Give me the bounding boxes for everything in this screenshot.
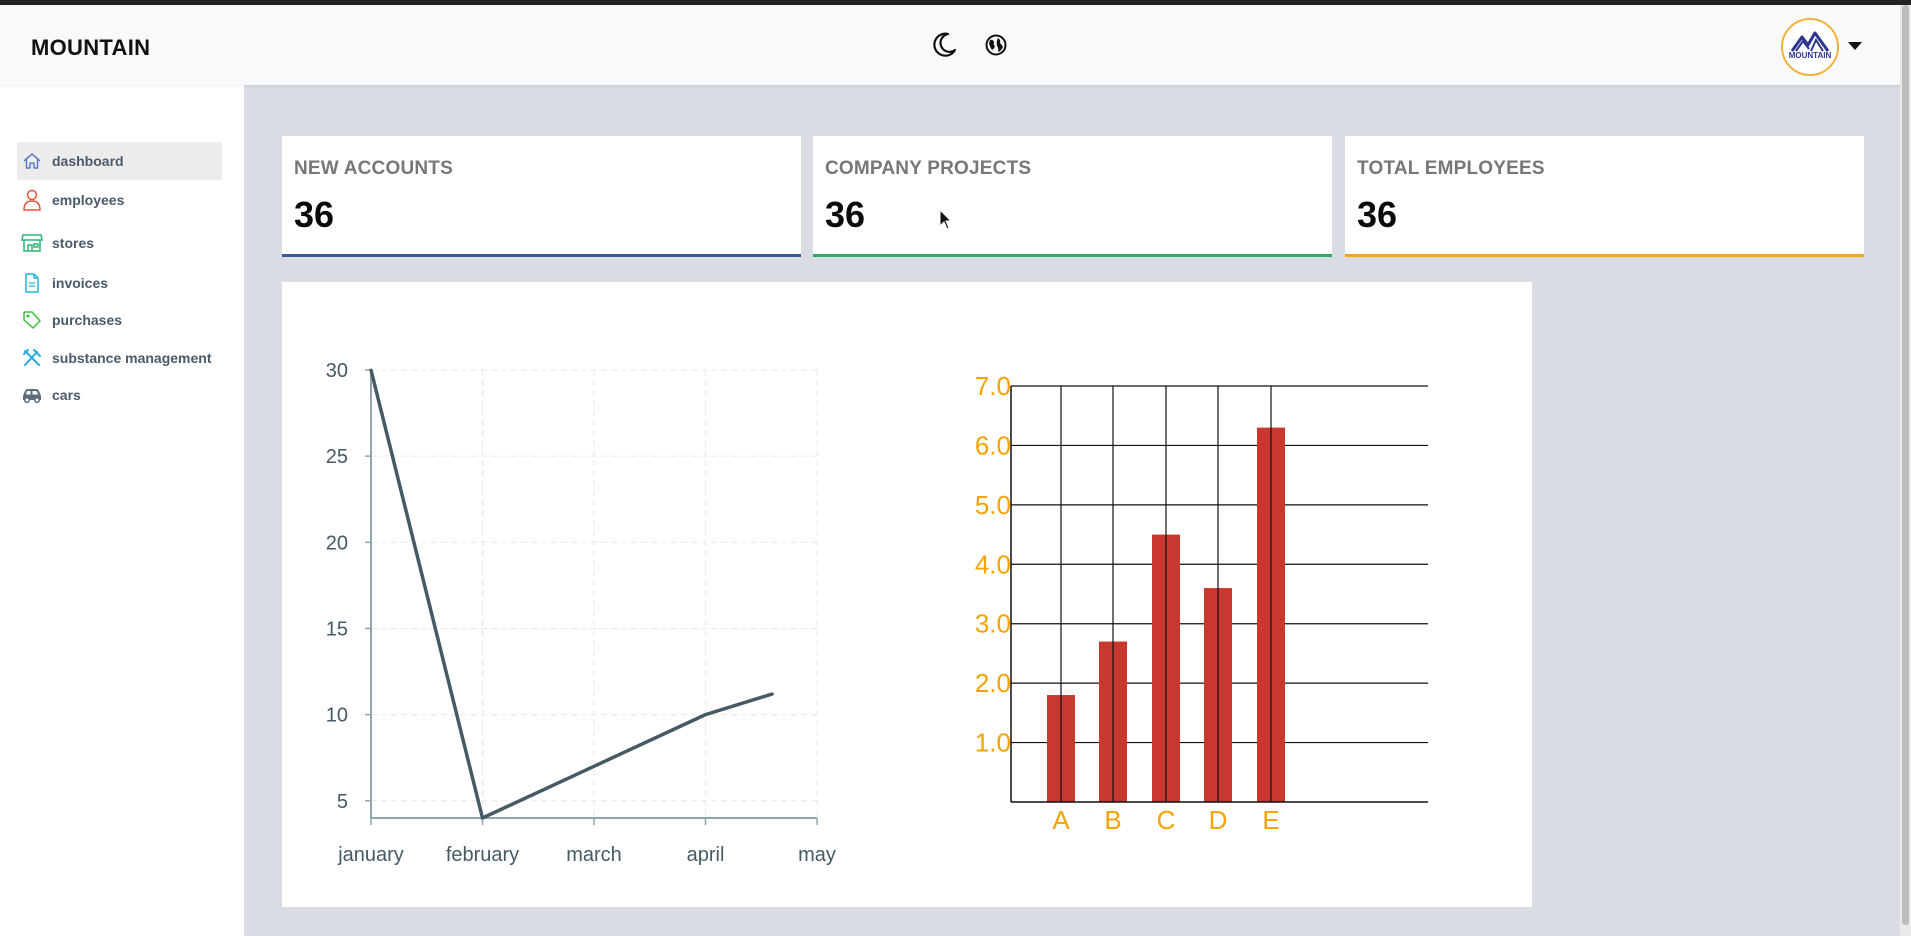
user-icon [21,189,43,211]
document-icon [21,272,43,294]
sidebar-item-substance-management[interactable]: substance management [17,339,222,377]
card-value: 36 [825,194,866,235]
y-tick-label: 5.0 [975,490,1011,520]
sidebar-item-label: purchases [52,312,123,328]
tools-icon [21,347,43,369]
data-point [481,816,484,820]
sidebar: dashboard employees stores invoices purc… [0,85,244,936]
x-tick-label: A [1052,805,1070,835]
y-tick-label: 3.0 [975,609,1011,639]
globe-icon[interactable] [980,29,1012,61]
bar-chart: 1.0 2.0 3.0 4.0 5.0 6.0 7.0 A B C D E [975,371,1428,835]
stat-card-new-accounts[interactable]: NEW ACCOUNTS 36 [282,136,801,257]
y-tick-label: 5 [337,791,348,813]
y-tick-label: 25 [326,446,348,468]
data-point [770,692,774,696]
x-tick-label: may [798,844,836,866]
y-tick-label: 7.0 [975,371,1011,401]
x-tick-label: april [687,844,725,866]
data-point [704,713,707,717]
card-accent-line [813,254,1332,257]
sidebar-item-label: employees [52,192,125,208]
sidebar-item-label: stores [52,235,95,251]
x-tick-label: E [1262,805,1279,835]
card-value: 36 [1357,194,1398,235]
header-icons [928,29,1012,61]
card-title: COMPANY PROJECTS [825,158,1032,179]
y-tick-label: 10 [326,705,348,727]
sidebar-item-label: substance management [52,350,212,366]
vertical-scrollbar[interactable] [1900,5,1911,936]
top-header: MOUNTAIN MOUNTAIN [0,5,1900,85]
sidebar-item-dashboard[interactable]: dashboard [17,142,222,180]
moon-icon[interactable] [928,29,960,61]
sidebar-item-label: cars [52,387,81,403]
y-tick-label: 2.0 [975,668,1011,698]
y-tick-label: 15 [326,618,348,640]
x-tick-label: D [1209,805,1228,835]
line-chart: 5 10 15 20 25 30 january february march april may [326,360,836,866]
stat-card-total-employees[interactable]: TOTAL EMPLOYEES 36 [1345,136,1864,257]
sidebar-item-label: dashboard [52,153,124,169]
mouse-cursor [939,208,953,231]
scrollbar-thumb[interactable] [1902,5,1909,925]
sidebar-item-purchases[interactable]: purchases [17,301,222,339]
x-tick-label: february [446,844,519,866]
x-tick-label: C [1157,805,1176,835]
home-icon [21,150,43,172]
brand-title[interactable]: MOUNTAIN [31,35,150,61]
y-tick-label: 6.0 [975,430,1011,460]
chevron-down-icon[interactable] [1847,39,1863,51]
sidebar-item-stores[interactable]: stores [17,224,222,262]
y-tick-label: 1.0 [975,728,1011,758]
sidebar-item-label: invoices [52,275,109,291]
avatar-logo-text: MOUNTAIN [1788,51,1832,60]
x-tick-label: march [566,844,622,866]
store-icon [21,232,43,254]
card-value: 36 [294,194,335,235]
card-accent-line [282,254,801,257]
car-icon [21,384,43,406]
charts-panel: 5 10 15 20 25 30 january february march april may … [282,282,1532,907]
card-title: NEW ACCOUNTS [294,158,453,179]
y-tick-label: 20 [326,532,348,554]
card-accent-line [1345,254,1864,257]
line-series [369,369,773,820]
stat-card-company-projects[interactable]: COMPANY PROJECTS 36 [813,136,1332,257]
sidebar-item-invoices[interactable]: invoices [17,264,222,302]
data-point [369,368,373,372]
x-tick-label: january [337,844,404,866]
y-tick-label: 4.0 [975,549,1011,579]
x-tick-label: B [1104,805,1121,835]
user-avatar[interactable]: MOUNTAIN [1781,18,1839,76]
card-title: TOTAL EMPLOYEES [1357,158,1545,179]
data-point [592,764,596,768]
tag-icon [21,309,43,331]
sidebar-item-employees[interactable]: employees [17,181,222,219]
sidebar-item-cars[interactable]: cars [17,376,222,414]
y-tick-label: 30 [326,360,348,382]
